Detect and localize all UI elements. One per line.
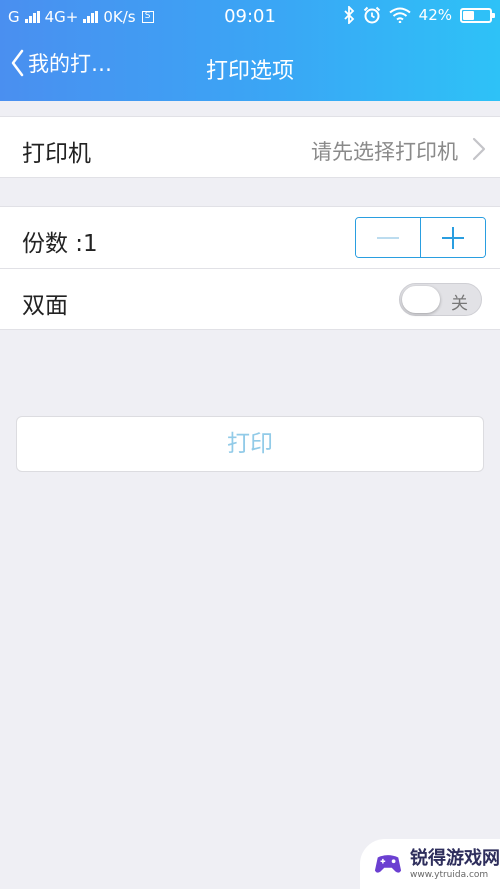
copies-stepper xyxy=(355,217,486,258)
increment-button[interactable] xyxy=(421,218,485,257)
battery-level xyxy=(463,10,474,20)
header-bar: G 4G+ 0K/s S 09:01 42% 我的打… 打印选项 xyxy=(0,0,500,101)
toggle-state-label: 关 xyxy=(451,294,468,314)
status-right: 42% xyxy=(343,6,495,24)
decrement-button[interactable] xyxy=(356,218,420,257)
duplex-toggle[interactable]: 关 xyxy=(399,283,482,316)
bluetooth-icon xyxy=(344,6,354,24)
copies-row: 份数 :1 xyxy=(0,206,500,268)
printer-value: 请先选择打印机 xyxy=(311,140,458,164)
watermark-url: www.ytruida.com xyxy=(410,870,489,880)
battery-icon xyxy=(460,7,495,23)
battery-percent: 42% xyxy=(418,6,452,24)
watermark-text: 锐得游戏网 www.ytruida.com xyxy=(410,848,500,880)
gamepad-logo-icon xyxy=(374,855,402,873)
printer-row[interactable]: 打印机 请先选择打印机 xyxy=(0,116,500,178)
chevron-left-icon xyxy=(11,49,24,77)
plus-icon xyxy=(442,226,465,249)
back-button[interactable]: 我的打… xyxy=(10,48,112,78)
watermark-title: 锐得游戏网 xyxy=(410,848,500,869)
duplex-label: 双面 xyxy=(22,293,68,319)
wifi-icon xyxy=(389,7,411,23)
alarm-icon xyxy=(363,6,380,24)
watermark-logo: 锐得游戏网 www.ytruida.com xyxy=(360,839,500,889)
copies-label: 份数 :1 xyxy=(22,231,98,257)
chevron-right-icon xyxy=(472,137,486,161)
duplex-row: 双面 关 xyxy=(0,268,500,330)
print-button[interactable]: 打印 xyxy=(16,416,484,472)
minus-icon xyxy=(376,236,399,239)
status-bar: G 4G+ 0K/s S 09:01 42% xyxy=(0,0,500,34)
toggle-knob xyxy=(402,286,440,313)
nav-bar: 我的打… 打印选项 xyxy=(0,34,500,101)
back-label: 我的打… xyxy=(28,52,112,76)
printer-label: 打印机 xyxy=(22,141,91,167)
